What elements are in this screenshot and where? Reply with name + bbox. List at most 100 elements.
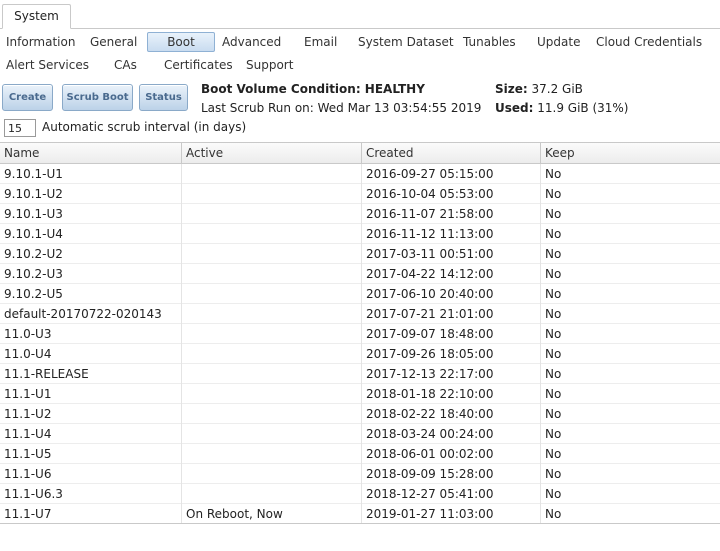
size-label: Size:: [495, 82, 528, 96]
table-row[interactable]: 9.10.2-U2 2017-03-11 00:51:00 No: [0, 244, 720, 264]
boot-size: Size: 37.2 GiB: [495, 82, 583, 96]
table-row[interactable]: 11.1-U1 2018-01-18 22:10:00 No: [0, 384, 720, 404]
cell-name: 11.1-U1: [0, 384, 182, 404]
table-row[interactable]: default-20170722-020143 2017-07-21 21:01:…: [0, 304, 720, 324]
subtab-email[interactable]: Email: [298, 32, 343, 52]
subtab-information[interactable]: Information: [0, 32, 81, 52]
status-button[interactable]: Status: [139, 84, 188, 111]
cell-name: 11.1-U6.3: [0, 484, 182, 504]
subtab-advanced[interactable]: Advanced: [216, 32, 287, 52]
boot-volume-condition: Boot Volume Condition: HEALTHY: [201, 82, 425, 96]
subtab-system-dataset[interactable]: System Dataset: [352, 32, 460, 52]
cell-active: [182, 464, 362, 484]
cell-keep: No: [545, 267, 562, 281]
subtab-cas[interactable]: CAs: [108, 55, 143, 75]
cell-active: [182, 284, 362, 304]
subtab-general[interactable]: General: [84, 32, 143, 52]
table-bottom-border: [0, 523, 720, 524]
cell-name: 11.1-U7: [0, 504, 182, 524]
boot-environments-table: Name Active Created Keep 9.10.1-U1 2016-0…: [0, 142, 720, 524]
cell-keep: No: [545, 187, 562, 201]
cell-name: 11.0-U4: [0, 344, 182, 364]
table-row[interactable]: 11.1-U5 2018-06-01 00:02:00 No: [0, 444, 720, 464]
column-header-active[interactable]: Active: [182, 143, 362, 163]
table-row[interactable]: 11.1-U6 2018-09-09 15:28:00 No: [0, 464, 720, 484]
table-row[interactable]: 11.0-U4 2017-09-26 18:05:00 No: [0, 344, 720, 364]
table-row[interactable]: 11.0-U3 2017-09-07 18:48:00 No: [0, 324, 720, 344]
cell-active: [182, 244, 362, 264]
cell-active: [182, 324, 362, 344]
cell-active: [182, 164, 362, 184]
cell-active: [182, 344, 362, 364]
table-row[interactable]: 11.1-U2 2018-02-22 18:40:00 No: [0, 404, 720, 424]
cell-name: 11.1-U5: [0, 444, 182, 464]
cell-created: 2018-06-01 00:02:00: [362, 444, 541, 464]
cell-name: 9.10.1-U1: [0, 164, 182, 184]
cell-created: 2016-11-12 11:13:00: [362, 224, 541, 244]
cell-created: 2019-01-27 11:03:00: [362, 504, 541, 524]
used-label: Used:: [495, 101, 534, 115]
subtab-cloud-credentials[interactable]: Cloud Credentials: [590, 32, 708, 52]
cell-active: [182, 184, 362, 204]
subtab-alert-services[interactable]: Alert Services: [0, 55, 95, 75]
subtab-support[interactable]: Support: [240, 55, 299, 75]
tab-system[interactable]: System: [2, 4, 71, 29]
cell-name: default-20170722-020143: [0, 304, 182, 324]
cell-active: [182, 444, 362, 464]
cell-created: 2016-11-07 21:58:00: [362, 204, 541, 224]
table-row[interactable]: 9.10.2-U3 2017-04-22 14:12:00 No: [0, 264, 720, 284]
subtab-tunables[interactable]: Tunables: [457, 32, 522, 52]
scrub-boot-button[interactable]: Scrub Boot: [62, 84, 133, 111]
scrub-interval-input[interactable]: [4, 119, 36, 137]
subtab-boot[interactable]: Boot: [147, 32, 215, 52]
cell-keep: No: [545, 367, 562, 381]
cell-name: 9.10.2-U3: [0, 264, 182, 284]
cell-name: 9.10.1-U4: [0, 224, 182, 244]
cell-active: On Reboot, Now: [182, 504, 362, 524]
table-row[interactable]: 11.1-U4 2018-03-24 00:24:00 No: [0, 424, 720, 444]
table-row[interactable]: 9.10.1-U3 2016-11-07 21:58:00 No: [0, 204, 720, 224]
cell-created: 2017-12-13 22:17:00: [362, 364, 541, 384]
cell-keep: No: [545, 467, 562, 481]
cell-created: 2018-01-18 22:10:00: [362, 384, 541, 404]
cell-name: 11.1-U2: [0, 404, 182, 424]
table-row[interactable]: 9.10.1-U4 2016-11-12 11:13:00 No: [0, 224, 720, 244]
cell-keep: No: [545, 247, 562, 261]
cell-created: 2017-06-10 20:40:00: [362, 284, 541, 304]
table-row[interactable]: 11.1-U7 On Reboot, Now 2019-01-27 11:03:00…: [0, 504, 720, 524]
boot-used: Used: 11.9 GiB (31%): [495, 101, 628, 115]
create-button[interactable]: Create: [2, 84, 53, 111]
column-header-created[interactable]: Created: [362, 143, 541, 163]
table-row[interactable]: 9.10.1-U1 2016-09-27 05:15:00 No: [0, 164, 720, 184]
cell-name: 11.1-RELEASE: [0, 364, 182, 384]
column-header-name[interactable]: Name: [0, 143, 182, 163]
cell-created: 2018-12-27 05:41:00: [362, 484, 541, 504]
table-row[interactable]: 11.1-U6.3 2018-12-27 05:41:00 No: [0, 484, 720, 504]
cell-keep: No: [545, 227, 562, 241]
cell-name: 11.1-U4: [0, 424, 182, 444]
cell-created: 2017-04-22 14:12:00: [362, 264, 541, 284]
cell-name: 9.10.1-U3: [0, 204, 182, 224]
cell-created: 2017-07-21 21:01:00: [362, 304, 541, 324]
cell-active: [182, 384, 362, 404]
scrub-interval-label: Automatic scrub interval (in days): [42, 120, 247, 134]
cell-active: [182, 484, 362, 504]
table-row[interactable]: 9.10.2-U5 2017-06-10 20:40:00 No: [0, 284, 720, 304]
cell-created: 2018-02-22 18:40:00: [362, 404, 541, 424]
table-row[interactable]: 11.1-RELEASE 2017-12-13 22:17:00 No: [0, 364, 720, 384]
cell-active: [182, 304, 362, 324]
cell-created: 2016-09-27 05:15:00: [362, 164, 541, 184]
subtab-update[interactable]: Update: [531, 32, 586, 52]
subtab-certificates[interactable]: Certificates: [158, 55, 239, 75]
cell-name: 9.10.1-U2: [0, 184, 182, 204]
cell-keep: No: [545, 487, 562, 501]
cell-active: [182, 264, 362, 284]
cell-keep: No: [545, 427, 562, 441]
cell-name: 11.1-U6: [0, 464, 182, 484]
used-value: 11.9 GiB (31%): [533, 101, 629, 115]
cell-created: 2017-03-11 00:51:00: [362, 244, 541, 264]
column-header-keep[interactable]: Keep: [541, 143, 720, 163]
cell-created: 2017-09-07 18:48:00: [362, 324, 541, 344]
table-row[interactable]: 9.10.1-U2 2016-10-04 05:53:00 No: [0, 184, 720, 204]
cell-created: 2016-10-04 05:53:00: [362, 184, 541, 204]
